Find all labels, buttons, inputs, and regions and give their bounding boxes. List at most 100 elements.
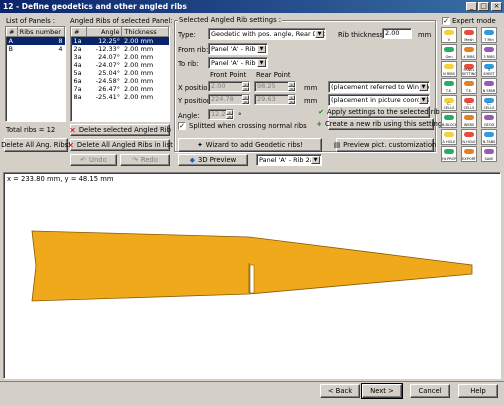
palette-tool-16[interactable]: WEBS [461, 112, 477, 128]
rear-x-input[interactable]: 98.25 ▲ ▼ [254, 81, 296, 92]
palette-tool-14[interactable]: C-CELLS [481, 95, 497, 111]
back-button[interactable]: < Back [320, 384, 360, 398]
table-row[interactable]: 6a -24.58° 2.00 mm [72, 77, 169, 85]
palette-tool-1[interactable]: Mesh [461, 27, 477, 43]
rear-y-stepper[interactable]: ▲ ▼ [288, 95, 295, 104]
angle-input[interactable]: 12.25 ▲ ▼ [208, 109, 234, 120]
angled-col-id[interactable]: # [70, 27, 88, 37]
front-x-input[interactable]: 2.00 ▲ ▼ [208, 81, 250, 92]
palette-tool-23[interactable]: SAVE [481, 146, 497, 162]
palette-tool-4[interactable]: 4 RIBS [461, 44, 477, 60]
front-x-stepper[interactable]: ▲ ▼ [242, 82, 249, 91]
thickness-input[interactable]: 2.00 [382, 28, 412, 39]
angle-stepper[interactable]: ▲ ▼ [226, 110, 233, 119]
picture-placement-select[interactable]: (placement in picture coordinates) ▼ [328, 94, 430, 106]
tool-label: WEBS [463, 123, 475, 127]
palette-tool-22[interactable]: EXPORT [461, 146, 477, 162]
palette-tool-19[interactable]: N.HOLE [461, 129, 477, 145]
type-select[interactable]: Geodetic with pos. angle, Rear DBox type… [208, 28, 326, 40]
from-rib-select[interactable]: Panel 'A' - Rib 1 ▼ [208, 43, 268, 55]
redo-button[interactable]: ↷ Redo [120, 154, 170, 166]
chevron-down-icon[interactable]: ▼ [315, 30, 324, 38]
front-y-input[interactable]: 224.78 ▲ ▼ [208, 94, 250, 105]
tool-label: 4 RIBS [463, 55, 475, 59]
chevron-down-icon[interactable]: ▼ [257, 59, 266, 67]
table-row[interactable]: 5a 25.04° 2.00 mm [72, 69, 169, 77]
palette-tool-13[interactable]: C-CELLS [461, 95, 477, 111]
footer-separator [0, 381, 504, 382]
tool-label: N.TABS [482, 140, 496, 144]
palette-tool-15[interactable]: B.BLOCK [441, 112, 457, 128]
help-button[interactable]: Help [458, 384, 498, 398]
3d-preview-button[interactable]: ◆ 3D Preview [178, 154, 248, 166]
maximize-button[interactable]: □ [478, 2, 489, 11]
splitted-checkbox-row[interactable]: ✓ Splitted when crossing normal ribs [178, 122, 307, 130]
tool-label: C-CELLS [443, 102, 455, 110]
table-row[interactable]: 3a 24.07° 2.00 mm [72, 53, 169, 61]
palette-tool-3[interactable]: Gen [441, 44, 457, 60]
palette-tool-2[interactable]: T Min [481, 27, 497, 43]
tool-icon [484, 115, 494, 120]
palette-tool-12[interactable]: C-CELLS [441, 95, 457, 111]
to-rib-select[interactable]: Panel 'A' - Rib 2 ▼ [208, 57, 268, 69]
rear-y-input[interactable]: 29.63 ▲ ▼ [254, 94, 296, 105]
palette-tool-21[interactable]: Ht.PROP [441, 146, 457, 162]
palette-tool-11[interactable]: N SPAR [481, 78, 497, 94]
expert-mode-row[interactable]: ✓ Expert mode [442, 17, 496, 25]
palette-tool-7[interactable]: PANEL SETTING [461, 61, 477, 77]
palette-tool-8[interactable]: 5 SHEET [481, 61, 497, 77]
wing-placement-select[interactable]: (placement referred to Wing root) ▼ [328, 81, 430, 93]
tool-label: T.E. [445, 89, 453, 93]
panel-rib-select[interactable]: Panel 'A' - Rib 2a ▼ [256, 154, 322, 166]
close-button[interactable]: × [491, 2, 502, 11]
delete-all-angled-ribs-list-button[interactable]: ✕ Delete All Angled Ribs in list [67, 139, 173, 151]
minimize-button[interactable]: _ [466, 2, 477, 11]
table-row[interactable]: B 4 [7, 45, 65, 53]
table-row[interactable]: 8a -25.41° 2.00 mm [72, 93, 169, 101]
create-rib-button[interactable]: + Create a new rib using this settings [316, 118, 446, 130]
panels-col-ribs[interactable]: Ribs number [16, 27, 66, 37]
angled-ribs-table[interactable]: # Angle Thickness 1a 12.25° 2.00 mm 2a -12.3… [70, 26, 170, 122]
palette-tool-5[interactable]: 3 RIBS [481, 44, 497, 60]
panels-col-id[interactable]: # [6, 27, 18, 37]
rear-x-stepper[interactable]: ▲ ▼ [288, 82, 295, 91]
angled-col-thickness[interactable]: Thickness [121, 27, 169, 37]
expert-mode-checkbox[interactable]: ✓ [442, 17, 450, 25]
cancel-button[interactable]: Cancel [410, 384, 450, 398]
palette-tool-6[interactable]: N RIBS [441, 61, 457, 77]
palette-tool-18[interactable]: A HOLE [441, 129, 457, 145]
tool-label: PANEL SETTING [462, 68, 477, 76]
tool-palette: V Mesh T Min Gen 4 RIBS 3 RIBS N RIBS PANEL SET… [441, 27, 501, 162]
chevron-down-icon[interactable]: ▼ [419, 83, 428, 91]
type-label: Type: [178, 31, 196, 39]
chevron-down-icon[interactable]: ▼ [311, 156, 320, 164]
tool-icon [464, 132, 474, 137]
palette-tool-9[interactable]: T.E. [441, 78, 457, 94]
splitted-checkbox[interactable]: ✓ [178, 122, 186, 130]
chevron-down-icon[interactable]: ▼ [419, 96, 428, 104]
palette-tool-17[interactable]: GEOD [481, 112, 497, 128]
delete-selected-angled-rib-button[interactable]: ✕ Delete selected Angled Rib [69, 124, 171, 136]
table-row[interactable]: 2a -12.33° 2.00 mm [72, 45, 169, 53]
rear-point-label: Rear Point [256, 71, 291, 79]
table-row[interactable]: 1a 12.25° 2.00 mm [71, 36, 169, 45]
wing-preview-canvas[interactable]: x = 233.80 mm, y = 48.15 mm [3, 172, 501, 379]
angled-col-angle[interactable]: Angle [86, 27, 123, 37]
palette-tool-0[interactable]: V [441, 27, 457, 43]
front-y-stepper[interactable]: ▲ ▼ [242, 95, 249, 104]
undo-button[interactable]: ↶ Undo [70, 154, 117, 166]
panels-table[interactable]: # Ribs number A 8 B 4 [5, 26, 66, 122]
preview-customization-button[interactable]: ▤ Preview pict. customization [333, 138, 436, 152]
palette-tool-10[interactable]: T.E. [461, 78, 477, 94]
next-button[interactable]: Next > [361, 383, 403, 399]
chevron-down-icon[interactable]: ▼ [257, 45, 266, 53]
apply-settings-button[interactable]: ✔ Apply settings to the selected rib [318, 106, 440, 118]
paint-icon: ▤ [333, 141, 341, 149]
table-row[interactable]: A 8 [6, 36, 65, 45]
delete-all-angled-ribs-button[interactable]: Delete All Ang. Ribs! [1, 138, 71, 152]
palette-tool-20[interactable]: N.TABS [481, 129, 497, 145]
tool-label: C-CELLS [483, 102, 495, 110]
table-row[interactable]: 4a -24.07° 2.00 mm [72, 61, 169, 69]
table-row[interactable]: 7a 26.47° 2.00 mm [72, 85, 169, 93]
geodetic-wizard-button[interactable]: ✦ Wizard to add Geodetic ribs! [178, 138, 322, 152]
